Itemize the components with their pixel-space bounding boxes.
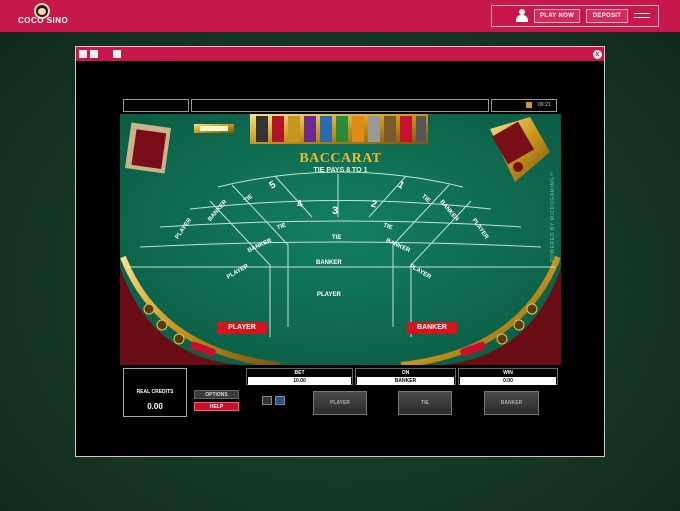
- hamburger-menu-icon[interactable]: [634, 13, 650, 21]
- status-strip: 09:21: [120, 97, 561, 114]
- bet-value: 10.00: [248, 377, 351, 385]
- user-icon[interactable]: [516, 9, 528, 22]
- bet-player-button[interactable]: PLAYER: [313, 391, 367, 415]
- on-value: BANKER: [357, 377, 454, 385]
- table-subtitle: TIE PAYS 8 TO 1: [313, 167, 368, 174]
- play-now-button[interactable]: PLAY NOW: [534, 9, 580, 23]
- game-window-titlebar: x: [76, 47, 604, 61]
- player-marker: PLAYER: [217, 322, 267, 334]
- options-button[interactable]: OPTIONS: [194, 390, 239, 399]
- message-box: [191, 99, 489, 112]
- clock: 09:21: [538, 102, 551, 108]
- bet-label: BET: [294, 370, 305, 376]
- win-display: WIN 0.00: [458, 368, 558, 385]
- credits-value: 0.00: [147, 402, 163, 411]
- site-header: COCO SINO PLAY NOW DEPOSIT: [0, 0, 680, 32]
- player-3[interactable]: PLAYER: [317, 292, 341, 298]
- status-box-left: [123, 99, 189, 112]
- help-button[interactable]: HELP: [194, 402, 239, 411]
- on-display: ON BANKER: [355, 368, 456, 385]
- credits-panel: REAL CREDITS 0.00: [123, 368, 187, 417]
- undo-icon[interactable]: [262, 396, 272, 405]
- baccarat-table: 09:21 BACCARAT TIE PAYS 8 TO 1 5 4 3 2 1…: [120, 97, 561, 419]
- deposit-button[interactable]: DEPOSIT: [586, 9, 628, 23]
- credits-label: REAL CREDITS: [136, 389, 174, 395]
- window-icon-2[interactable]: [90, 50, 98, 58]
- site-logo[interactable]: COCO SINO: [18, 16, 68, 25]
- win-label: WIN: [503, 370, 513, 376]
- table-title: BACCARAT: [299, 151, 382, 166]
- speaker-icon[interactable]: [526, 102, 532, 108]
- bet-display: BET 10.00: [246, 368, 353, 385]
- window-icon-3[interactable]: [113, 50, 121, 58]
- close-icon[interactable]: x: [593, 50, 602, 59]
- on-label: ON: [401, 370, 410, 376]
- control-bar: REAL CREDITS 0.00 OPTIONS HELP BET 10.00…: [120, 365, 561, 419]
- banker-marker: BANKER: [407, 322, 457, 334]
- powered-by: POWERED BY MICROGAMING™: [550, 171, 556, 262]
- monkey-face: [38, 8, 46, 15]
- banker-3[interactable]: BANKER: [316, 260, 342, 266]
- window-icon-1[interactable]: [79, 50, 87, 58]
- win-value: 0.00: [460, 377, 556, 385]
- bet-banker-button[interactable]: BANKER: [484, 391, 539, 415]
- sound-icon[interactable]: [275, 396, 285, 405]
- bet-tie-button[interactable]: TIE: [398, 391, 452, 415]
- tie-3[interactable]: TIE: [332, 235, 341, 241]
- seat-3[interactable]: 3: [332, 205, 338, 217]
